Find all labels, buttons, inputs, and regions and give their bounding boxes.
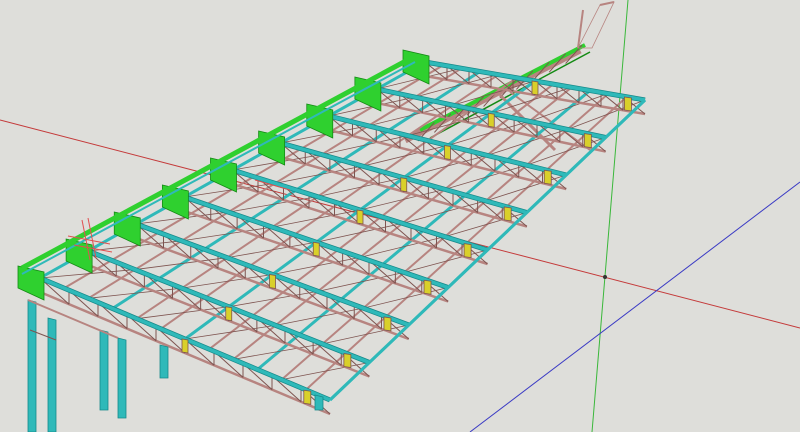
frame-gusset xyxy=(487,112,495,128)
frame-end-gusset xyxy=(303,389,312,405)
frame-end-gusset xyxy=(423,279,432,295)
column-2 xyxy=(99,329,109,411)
left-edge-rail xyxy=(21,61,416,275)
support-columns[interactable] xyxy=(27,299,324,432)
deck-brace xyxy=(529,93,609,122)
frame-top-girder xyxy=(39,276,331,402)
deck-brace xyxy=(486,129,568,156)
origin-marker xyxy=(603,275,607,279)
frame-end-gusset xyxy=(543,169,552,185)
frame-end-gusset xyxy=(383,316,392,332)
frame-end-gusset xyxy=(463,243,472,259)
frame-gusset xyxy=(312,241,320,257)
y-axis-line xyxy=(591,0,629,432)
frame-end-gusset xyxy=(343,353,352,369)
frame-gusset xyxy=(444,145,451,160)
steel-structure-scene[interactable] xyxy=(0,0,800,432)
3d-model-viewport[interactable] xyxy=(0,0,800,432)
frame-end-gusset xyxy=(503,206,512,222)
frame-gusset xyxy=(400,177,408,193)
frame-end-gusset xyxy=(583,133,592,149)
column-4 xyxy=(159,344,169,379)
frame-end-plate xyxy=(17,265,45,301)
frame-gusset xyxy=(181,338,189,354)
frame-gusset xyxy=(225,306,233,322)
conveyor-head-beam xyxy=(599,1,615,6)
conveyor-head-frame xyxy=(577,1,615,49)
frame-gusset xyxy=(531,80,539,96)
column-1 xyxy=(47,317,57,432)
column-0 xyxy=(27,299,37,432)
right-edge-girder xyxy=(328,98,647,402)
column-5 xyxy=(314,394,324,411)
column-3 xyxy=(117,337,127,419)
deck-brace xyxy=(228,290,318,308)
frame-gusset xyxy=(356,209,364,225)
frame-gusset xyxy=(269,274,276,289)
frame-end-gusset xyxy=(624,96,632,112)
